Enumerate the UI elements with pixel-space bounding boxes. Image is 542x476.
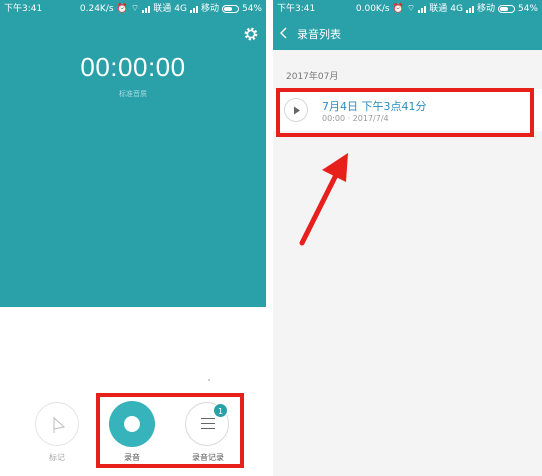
- red-arrow-icon: [299, 153, 348, 246]
- wifi-icon: ⌔: [130, 4, 140, 14]
- battery-icon: [221, 5, 239, 13]
- mark-label: 标记: [49, 453, 65, 462]
- recorder-screen: 下午3:41 0.24K/s ⏰ ⌔ 联通 4G 移动 54% 00:00:00…: [0, 0, 266, 476]
- flag-icon: [53, 417, 66, 433]
- status-time: 下午3:41: [4, 4, 43, 14]
- recorder-panel: 下午3:41 0.24K/s ⏰ ⌔ 联通 4G 移动 54% 00:00:00…: [0, 0, 266, 307]
- network-type: 4G: [174, 4, 187, 14]
- battery-level: 54%: [241, 4, 262, 14]
- recordings-list-screen: 下午3:41 0.00K/s ⏰ ⌔ 联通 4G 移动 54% 录音列表 201…: [273, 0, 542, 476]
- carrier-unicom: 联通: [153, 4, 172, 14]
- highlight-box-controls: [96, 393, 244, 468]
- carrier-mobile: 移动: [200, 4, 219, 14]
- signal-icon: [189, 5, 198, 13]
- alarm-icon: ⏰: [116, 4, 128, 14]
- timer-display: 00:00:00: [80, 52, 186, 82]
- network-speed: 0.24K/s: [79, 4, 114, 14]
- gear-icon[interactable]: [243, 26, 259, 42]
- comparison-figure: 下午3:41 0.24K/s ⏰ ⌔ 联通 4G 移动 54% 00:00:00…: [0, 0, 542, 476]
- mark-button[interactable]: [35, 402, 79, 446]
- signal-icon: [142, 5, 151, 13]
- quality-label: 标准音质: [119, 90, 147, 98]
- divider-dot: [208, 379, 210, 381]
- status-bar: 下午3:41 0.24K/s ⏰ ⌔ 联通 4G 移动 54%: [0, 0, 266, 18]
